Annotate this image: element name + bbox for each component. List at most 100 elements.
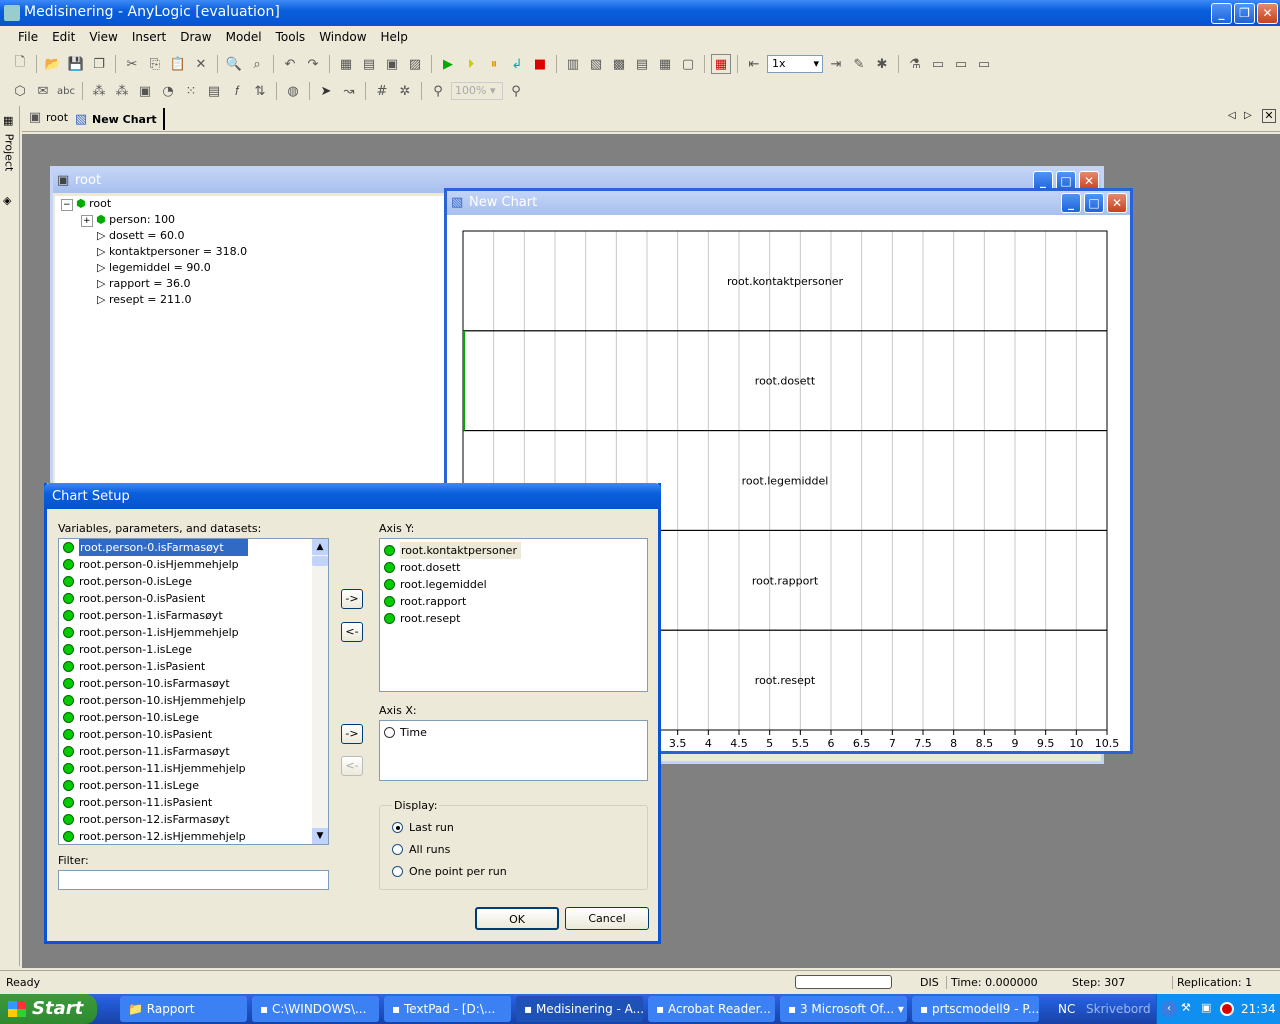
- export-icon[interactable]: ▢: [678, 54, 698, 74]
- radio-one-point-per-run[interactable]: One point per run: [392, 860, 635, 882]
- tab-root[interactable]: ▣ root: [28, 110, 68, 125]
- list-item[interactable]: root.person-11.isPasient: [59, 794, 328, 811]
- zoom-out-icon[interactable]: ⚲: [428, 81, 448, 101]
- find-next-icon[interactable]: ⌕: [247, 54, 267, 74]
- tree-node-variable[interactable]: ▷ rapport = 36.0: [55, 276, 445, 292]
- copy-icon[interactable]: ⎘: [145, 54, 165, 74]
- tab-prev-icon[interactable]: ◁: [1228, 110, 1236, 121]
- pointer-icon[interactable]: ➤: [316, 81, 336, 101]
- log-icon[interactable]: ▤: [632, 54, 652, 74]
- list-item[interactable]: Time: [380, 724, 647, 741]
- task-rapport[interactable]: 📁 Rapport: [120, 996, 247, 1022]
- fast-icon[interactable]: ⇥: [826, 54, 846, 74]
- zoom-in-icon[interactable]: ⚲: [506, 81, 526, 101]
- minimize-button[interactable]: _: [1211, 3, 1232, 24]
- breakpoint-icon[interactable]: ▦: [711, 54, 731, 74]
- list-item[interactable]: root.person-12.isFarmasøyt: [59, 811, 328, 828]
- desktop-toolbar[interactable]: Skrivebord: [1086, 1002, 1151, 1016]
- list-item[interactable]: root.kontaktpersoner: [380, 542, 647, 559]
- project-icon[interactable]: ▦: [3, 114, 13, 127]
- remove-y-button[interactable]: <-: [341, 622, 363, 642]
- list-item[interactable]: root.person-11.isLege: [59, 777, 328, 794]
- pause-icon[interactable]: ⏸: [484, 54, 504, 74]
- tab-close-icon[interactable]: ✕: [1262, 109, 1276, 123]
- variables-list[interactable]: root.person-0.isFarmasøyt root.person-0.i…: [58, 538, 329, 845]
- speed-select[interactable]: 1x ▾: [767, 55, 823, 73]
- tray-expand-icon[interactable]: ‹: [1161, 1001, 1177, 1017]
- find-icon[interactable]: 🔍: [224, 54, 244, 74]
- transition-icon[interactable]: ↝: [339, 81, 359, 101]
- cut-icon[interactable]: ✂: [122, 54, 142, 74]
- step-icon[interactable]: ⏵: [461, 54, 481, 74]
- list-item[interactable]: root.person-0.isPasient: [59, 590, 328, 607]
- settings-icon[interactable]: ▣: [382, 54, 402, 74]
- radio-last-run[interactable]: Last run: [392, 816, 635, 838]
- start-button[interactable]: Start: [0, 994, 97, 1024]
- task-cmd[interactable]: ▪ C:\WINDOWS\...: [252, 996, 379, 1022]
- menu-tools[interactable]: Tools: [276, 30, 306, 44]
- list-item[interactable]: root.person-0.isHjemmehjelp: [59, 556, 328, 573]
- stats-icon[interactable]: ▩: [609, 54, 629, 74]
- task-textpad[interactable]: ▪ TextPad - [D:\...: [384, 996, 511, 1022]
- task-office[interactable]: ▪ 3 Microsoft Of... ▾: [780, 996, 907, 1022]
- tree-node-variable[interactable]: ▷ dosett = 60.0: [55, 228, 445, 244]
- slow-icon[interactable]: ⇤: [744, 54, 764, 74]
- tool-b-icon[interactable]: ▭: [928, 54, 948, 74]
- function-icon[interactable]: 𝑓: [227, 81, 247, 101]
- list-item[interactable]: root.person-1.isPasient: [59, 658, 328, 675]
- task-medisinering[interactable]: ▪ Medisinering - A...: [516, 996, 643, 1022]
- axis-x-list[interactable]: Time: [379, 720, 648, 781]
- list-item[interactable]: root.legemiddel: [380, 576, 647, 593]
- delete-icon[interactable]: ✕: [191, 54, 211, 74]
- trace-icon[interactable]: ✎: [849, 54, 869, 74]
- list-item[interactable]: root.person-10.isFarmasøyt: [59, 675, 328, 692]
- image-icon[interactable]: ▣: [135, 81, 155, 101]
- object-icon[interactable]: ⬡: [10, 81, 30, 101]
- save-icon[interactable]: 💾: [66, 54, 86, 74]
- build-icon[interactable]: ▦: [336, 54, 356, 74]
- list-item[interactable]: root.person-10.isPasient: [59, 726, 328, 743]
- tab-next-icon[interactable]: ▷: [1244, 110, 1252, 121]
- task-paint[interactable]: ▪ prtscmodell9 - P...: [912, 996, 1039, 1022]
- tool-c-icon[interactable]: ▭: [951, 54, 971, 74]
- security-icon[interactable]: [1220, 1002, 1234, 1016]
- list-item[interactable]: root.person-11.isFarmasøyt: [59, 743, 328, 760]
- scroll-down-icon[interactable]: ▼: [312, 828, 328, 844]
- tree-node-variable[interactable]: ▷ legemiddel = 90.0: [55, 260, 445, 276]
- list-item[interactable]: root.person-11.isHjemmehjelp: [59, 760, 328, 777]
- menu-window[interactable]: Window: [319, 30, 366, 44]
- list-item[interactable]: root.rapport: [380, 593, 647, 610]
- ok-button[interactable]: OK: [475, 907, 559, 930]
- list-item[interactable]: root.person-0.isLege: [59, 573, 328, 590]
- paint-icon[interactable]: ◍: [283, 81, 303, 101]
- chart-icon[interactable]: ▧: [586, 54, 606, 74]
- list-item[interactable]: root.person-1.isFarmasøyt: [59, 607, 328, 624]
- tree-node-variable[interactable]: ▷ kontaktpersoner = 318.0: [55, 244, 445, 260]
- close-button[interactable]: ✕: [1257, 3, 1278, 24]
- tool-d-icon[interactable]: ▭: [974, 54, 994, 74]
- state-icon[interactable]: ⇅: [250, 81, 270, 101]
- grid-toggle-icon[interactable]: #: [372, 81, 392, 101]
- list-item[interactable]: root.person-10.isLege: [59, 709, 328, 726]
- menu-file[interactable]: File: [18, 30, 38, 44]
- language-indicator[interactable]: NC: [1058, 1002, 1075, 1016]
- list-item[interactable]: root.person-1.isLege: [59, 641, 328, 658]
- stop-icon[interactable]: ■: [530, 54, 550, 74]
- chart-maximize-button[interactable]: □: [1084, 193, 1104, 213]
- list-item[interactable]: root.person-12.isHjemmehjelp: [59, 828, 328, 844]
- timer-icon[interactable]: ◔: [158, 81, 178, 101]
- menu-draw[interactable]: Draw: [180, 30, 211, 44]
- undo-icon[interactable]: ↶: [280, 54, 300, 74]
- grid-icon[interactable]: ⁙: [181, 81, 201, 101]
- connector-icon[interactable]: ⁂: [112, 81, 132, 101]
- table-icon[interactable]: ▤: [204, 81, 224, 101]
- tool-a-icon[interactable]: ⚗: [905, 54, 925, 74]
- new-icon[interactable]: 🗋: [10, 54, 30, 74]
- list-item[interactable]: root.person-1.isHjemmehjelp: [59, 624, 328, 641]
- build-all-icon[interactable]: ▤: [359, 54, 379, 74]
- report-icon[interactable]: ▦: [655, 54, 675, 74]
- axis-y-list[interactable]: root.kontaktpersoner root.dosett root.lege…: [379, 538, 648, 692]
- open-icon[interactable]: 📂: [43, 54, 63, 74]
- network-icon[interactable]: ⚒: [1181, 1001, 1191, 1014]
- radio-all-runs[interactable]: All runs: [392, 838, 635, 860]
